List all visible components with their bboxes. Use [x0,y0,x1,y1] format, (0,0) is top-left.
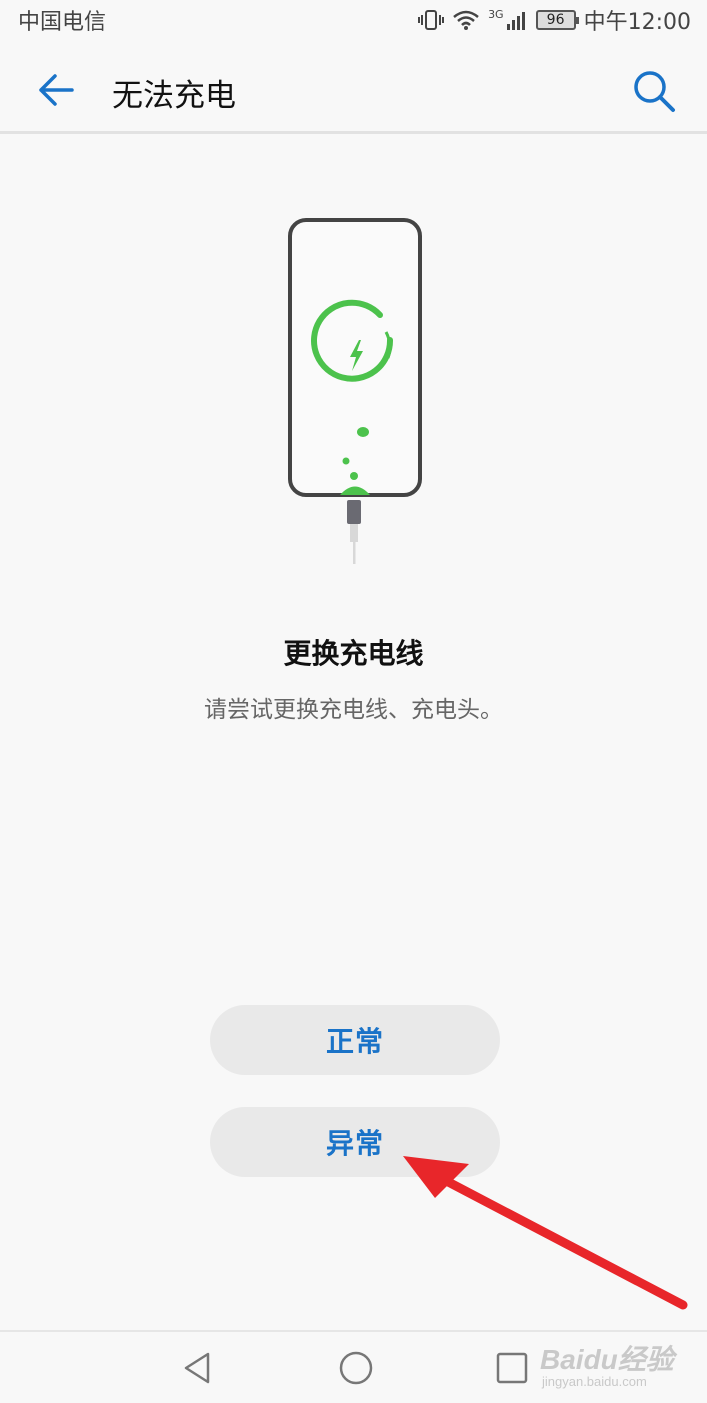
battery-icon: 96 [535,10,579,30]
nav-recent-button[interactable] [494,1350,530,1386]
annotation-arrow-icon [403,1156,688,1310]
app-bar: 无法充电 [0,50,707,132]
signal-icon [506,12,525,30]
tip-description: 请尝试更换充电线、充电头。 [204,697,503,723]
page-title: 无法充电 [112,78,236,114]
app-bar-divider [0,131,707,134]
clock-label: 中午12:00 [583,10,691,35]
nav-back-button[interactable] [180,1350,216,1386]
triangle-back-icon [184,1352,210,1384]
battery-level: 96 [546,12,565,28]
status-bar: 中国电信 3G 96 中午12:00 [0,0,707,40]
wifi-icon [453,10,479,30]
circle-home-icon [339,1351,373,1385]
square-recent-icon [496,1352,528,1384]
search-button[interactable] [631,68,677,114]
normal-button[interactable]: 正常 [210,1005,500,1075]
network-type-label: 3G [488,8,504,21]
charging-phone-illustration [288,218,422,564]
carrier-label: 中国电信 [18,10,107,35]
watermark-sub: jingyan.baidu.com [542,1374,647,1389]
status-icons: 3G 96 中午12:00 [418,4,691,36]
baidu-watermark: Baidu经验 jingyan.baidu.com [540,1330,700,1400]
back-button[interactable] [36,70,76,110]
watermark-main: Baidu经验 [540,1344,674,1375]
vibrate-icon [418,10,445,30]
arrow-left-icon [39,74,74,106]
search-icon [634,71,675,112]
nav-home-button[interactable] [338,1350,374,1386]
tip-title: 更换充电线 [283,637,424,670]
